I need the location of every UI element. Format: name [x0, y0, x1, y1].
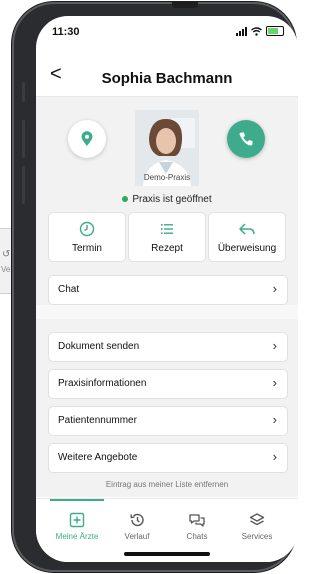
volume-down-button [22, 166, 25, 204]
location-pin-icon [81, 131, 93, 146]
section-divider [36, 305, 298, 319]
quick-actions: Termin Rezept Überweisung [48, 212, 286, 262]
tab-chats[interactable]: Chats [167, 511, 227, 541]
history-icon [130, 513, 144, 527]
volume-up-button [22, 120, 25, 158]
history-icon: ↺ [2, 249, 11, 260]
mute-switch [22, 82, 25, 102]
status-bar: 11:30 [36, 16, 298, 44]
phone-frame: 11:30 < Sophia Bachmann Demo-Praxis Prax… [12, 2, 298, 572]
more-offers-button[interactable]: Weitere Angebote › [48, 443, 288, 473]
open-status-text: Praxis ist geöffnet [132, 194, 212, 205]
reply-arrow-icon [239, 222, 255, 235]
prescription-label: Rezept [151, 242, 183, 254]
tab-services-label: Services [241, 532, 273, 541]
signal-icon [236, 26, 247, 36]
remove-from-list-link[interactable]: Eintrag aus meiner Liste entfernen [36, 480, 298, 489]
call-button[interactable] [227, 120, 265, 158]
tab-my-doctors[interactable]: Meine Ärzte [47, 511, 107, 541]
chevron-right-icon: › [272, 449, 277, 464]
plus-square-icon [69, 512, 85, 528]
page-title: Sophia Bachmann [101, 70, 233, 87]
tab-services[interactable]: Services [227, 511, 287, 541]
photo-watermark: Demo-Praxis [143, 173, 191, 182]
appointment-label: Termin [71, 242, 102, 254]
battery-icon [266, 26, 284, 36]
patient-number-label: Patientennummer [58, 415, 137, 426]
tab-chats-label: Chats [186, 532, 208, 541]
nav-header: < Sophia Bachmann [36, 56, 298, 97]
appointment-button[interactable]: Termin [48, 212, 126, 262]
active-tab-indicator [50, 499, 104, 501]
chat-label: Chat [58, 284, 80, 295]
clock-icon [79, 221, 95, 236]
wifi-icon [251, 26, 262, 36]
referral-label: Überweisung [217, 242, 277, 254]
tab-my-doctors-label: Meine Ärzte [55, 532, 99, 541]
status-icons [236, 26, 284, 36]
home-indicator[interactable] [124, 552, 210, 556]
patient-number-button[interactable]: Patientennummer › [48, 406, 288, 436]
open-status: Praxis ist geöffnet [36, 194, 298, 205]
more-offers-label: Weitere Angebote [58, 452, 138, 463]
tab-history[interactable]: Verlauf [107, 511, 167, 541]
doctor-photo: Demo-Praxis [135, 110, 199, 186]
chat-bubbles-icon [189, 514, 205, 527]
chevron-right-icon: › [272, 375, 277, 390]
power-button [172, 2, 198, 8]
tab-history-label: Verlauf [124, 532, 150, 541]
practice-detail: Demo-Praxis Praxis ist geöffnet Termin R… [36, 97, 298, 497]
phone-icon [239, 132, 253, 146]
chevron-right-icon: › [272, 412, 277, 427]
layers-icon [249, 513, 265, 526]
practice-info-button[interactable]: Praxisinformationen › [48, 369, 288, 399]
chat-button[interactable]: Chat › [48, 275, 288, 305]
referral-button[interactable]: Überweisung [208, 212, 286, 262]
status-time: 11:30 [52, 26, 80, 38]
practice-info-label: Praxisinformationen [58, 378, 147, 389]
prescription-button[interactable]: Rezept [128, 212, 206, 262]
location-button[interactable] [68, 120, 106, 158]
send-document-button[interactable]: Dokument senden › [48, 332, 288, 362]
chevron-right-icon: › [272, 281, 277, 296]
chevron-right-icon: › [272, 338, 277, 353]
list-icon [161, 223, 173, 234]
send-document-label: Dokument senden [58, 341, 140, 352]
open-status-dot [122, 196, 129, 203]
phone-screen: 11:30 < Sophia Bachmann Demo-Praxis Prax… [36, 16, 298, 562]
